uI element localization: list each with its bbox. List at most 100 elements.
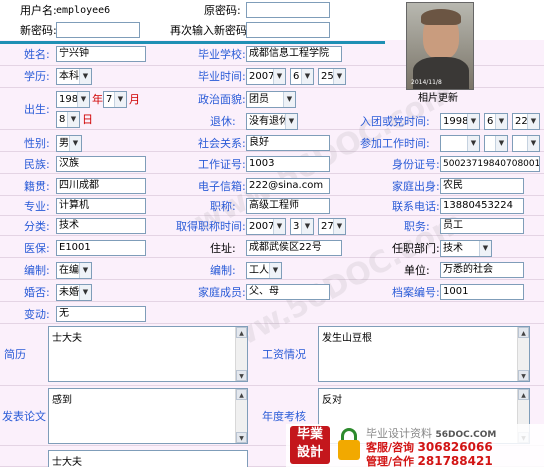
photo-update-link[interactable]: 相片更新 (418, 92, 458, 106)
section-divider (0, 41, 385, 44)
origin-label: 家庭出身: (392, 180, 440, 193)
wage-label: 工资情况 (262, 348, 306, 361)
gender-select[interactable]: 男 ▼ (56, 135, 82, 152)
title-month-value: 3 (293, 221, 300, 232)
unit-label: 单位: (404, 264, 430, 277)
username-label: 用户名: (20, 4, 57, 17)
banner-logo-line1: 毕業 (296, 427, 323, 442)
title-day-select[interactable]: 27 ▼ (318, 218, 346, 235)
chevron-down-icon: ▼ (114, 92, 126, 107)
chevron-down-icon: ▼ (301, 219, 313, 234)
scroll-down-icon[interactable]: ▼ (236, 432, 247, 443)
grad-year-value: 2007 (249, 71, 275, 82)
work-time-label: 参加工作时间: (360, 137, 430, 150)
unit-field[interactable]: 万悉的社会 (440, 262, 524, 278)
scroll-down-icon[interactable]: ▼ (236, 370, 247, 381)
paper-scrollbar[interactable]: ▲ ▼ (235, 389, 247, 443)
resume-label: 简历 (4, 348, 26, 361)
marital-label: 婚否: (24, 286, 50, 299)
party-day-select[interactable]: 22 ▼ (512, 113, 540, 130)
chevron-down-icon: ▼ (283, 92, 295, 107)
marital-select[interactable]: 未婚 ▼ (56, 284, 92, 301)
work-day-select[interactable]: ▼ (512, 135, 540, 152)
education-select[interactable]: 本科 ▼ (56, 68, 92, 85)
name-field[interactable]: 宁兴钟 (56, 46, 146, 62)
native-label: 籍贯: (24, 180, 50, 193)
social-label: 社会关系: (198, 137, 246, 150)
extra-textarea[interactable]: 士大夫 (48, 450, 248, 467)
major-field[interactable]: 计算机 (56, 198, 146, 214)
resume-textarea[interactable]: 士大夫 ▲ ▼ (48, 326, 248, 382)
ethnic-field[interactable]: 汉族 (56, 156, 146, 172)
archive-label: 档案编号: (392, 286, 440, 299)
work-id-field[interactable]: 1003 (246, 156, 330, 172)
birth-day-select[interactable]: 8 ▼ (56, 111, 80, 128)
resume-scrollbar[interactable]: ▲ ▼ (235, 327, 247, 381)
scroll-down-icon[interactable]: ▼ (518, 370, 529, 381)
education-value: 本科 (59, 71, 79, 82)
chevron-down-icon: ▼ (479, 241, 491, 256)
title-month-select[interactable]: 3 ▼ (290, 218, 314, 235)
birth-year-select[interactable]: 1984 ▼ (56, 91, 90, 108)
chevron-down-icon: ▼ (467, 136, 479, 151)
wage-scrollbar[interactable]: ▲ ▼ (517, 327, 529, 381)
scroll-up-icon[interactable]: ▲ (236, 327, 247, 338)
party-month-select[interactable]: 6 ▼ (484, 113, 508, 130)
native-field[interactable]: 四川成都 (56, 178, 146, 194)
title-field[interactable]: 高级工程师 (246, 198, 330, 214)
old-password-field[interactable] (246, 2, 330, 18)
dept-select[interactable]: 技术 ▼ (440, 240, 492, 257)
staffing2-value: 工人 (249, 265, 269, 276)
political-select[interactable]: 团员 ▼ (246, 91, 296, 108)
address-field[interactable]: 成都武侯区22号 (246, 240, 342, 256)
position-field[interactable]: 员工 (440, 218, 524, 234)
name-label: 姓名: (24, 48, 50, 61)
category-field[interactable]: 技术 (56, 218, 146, 234)
scroll-up-icon[interactable]: ▲ (236, 389, 247, 400)
school-label: 毕业学校: (198, 48, 246, 61)
address-label: 住址: (210, 242, 236, 255)
scroll-up-icon[interactable]: ▲ (518, 327, 529, 338)
work-month-select[interactable]: ▼ (484, 135, 508, 152)
origin-field[interactable]: 农民 (440, 178, 524, 194)
new-password-field[interactable] (56, 22, 140, 38)
paper-textarea[interactable]: 感到 ▲ ▼ (48, 388, 248, 444)
party-year-value: 1998 (443, 116, 469, 127)
dept-value: 技术 (443, 243, 463, 254)
birth-month-select[interactable]: 7 ▼ (103, 91, 127, 108)
birth-month-value: 7 (106, 94, 113, 105)
title-year-select[interactable]: 2007 ▼ (246, 218, 286, 235)
chevron-down-icon: ▼ (285, 114, 297, 129)
chevron-down-icon: ▼ (467, 114, 479, 129)
grad-year-select[interactable]: 2007 ▼ (246, 68, 286, 85)
work-year-select[interactable]: ▼ (440, 135, 480, 152)
id-card-field[interactable]: 500237198407080014 (440, 156, 540, 172)
change-field[interactable]: 无 (56, 306, 146, 322)
scroll-up-icon[interactable]: ▲ (518, 389, 529, 400)
family-field[interactable]: 父、母 (246, 284, 330, 300)
party-year-select[interactable]: 1998 ▼ (440, 113, 480, 130)
chevron-down-icon: ▼ (269, 263, 281, 278)
staffing-value: 在编 (59, 265, 79, 276)
photo-caption: 2014/11/8 (411, 79, 442, 86)
staffing-select[interactable]: 在编 ▼ (56, 262, 92, 279)
archive-field[interactable]: 1001 (440, 284, 524, 300)
medical-field[interactable]: E1001 (56, 240, 146, 256)
wage-textarea[interactable]: 发生山豆根 ▲ ▼ (318, 326, 530, 382)
grad-day-select[interactable]: 25 ▼ (318, 68, 346, 85)
banner-admin-number: 281788421 (417, 454, 493, 467)
staffing2-select[interactable]: 工人 ▼ (246, 262, 282, 279)
confirm-password-label: 再次输入新密码: (170, 24, 251, 37)
email-field[interactable]: 222@sina.com (246, 178, 330, 194)
school-field[interactable]: 成都信息工程学院 (246, 46, 342, 62)
birth-year-unit: 年 (92, 93, 103, 106)
extra-value: 士大夫 (52, 457, 82, 467)
confirm-password-field[interactable] (246, 22, 330, 38)
phone-field[interactable]: 13880453224 (440, 198, 524, 214)
old-password-label: 原密码: (204, 4, 241, 17)
title-day-value: 27 (321, 221, 334, 232)
social-field[interactable]: 良好 (246, 135, 330, 151)
grad-month-select[interactable]: 6 ▼ (290, 68, 314, 85)
retire-select[interactable]: 没有退休 ▼ (246, 113, 298, 130)
chevron-down-icon: ▼ (79, 69, 91, 84)
